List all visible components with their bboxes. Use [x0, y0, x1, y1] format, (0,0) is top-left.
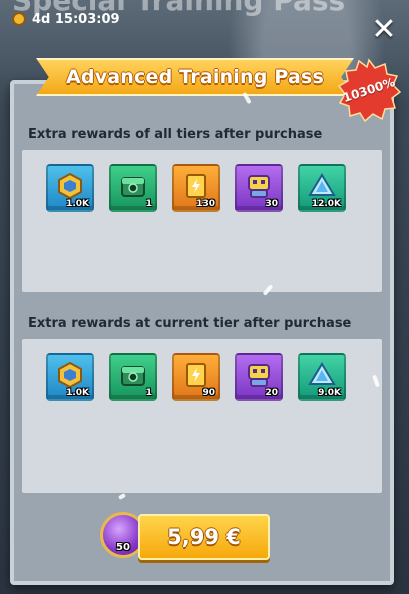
reward-green-chest[interactable]: 1 [109, 353, 157, 401]
green-chest-icon [121, 366, 145, 387]
reward-quantity: 9.0K [318, 388, 341, 398]
clock-icon [12, 12, 26, 26]
section-title: Extra rewards at current tier after purc… [28, 316, 352, 331]
gold-card-icon [186, 363, 206, 388]
hexagon-token-icon [58, 173, 82, 200]
purple-robot-icon [248, 175, 270, 199]
green-chest-icon [121, 177, 145, 198]
rewards-box: 1.0K 1 90 20 9.0K [22, 339, 382, 493]
reward-quantity: 130 [196, 199, 215, 209]
gem-amount: 50 [116, 542, 130, 553]
reward-quantity: 12.0K [311, 199, 341, 209]
current-tier-section: Extra rewards at current tier after purc… [22, 316, 382, 493]
reward-hexagon-token[interactable]: 1.0K [46, 164, 94, 212]
all-tiers-section: Extra rewards of all tiers after purchas… [22, 127, 382, 292]
close-button[interactable]: ✕ [369, 15, 399, 46]
reward-crystal[interactable]: 12.0K [298, 164, 346, 212]
reward-purple-robot[interactable]: 30 [235, 164, 283, 212]
reward-quantity: 1 [145, 199, 152, 209]
price-label: 5,99 € [167, 525, 241, 549]
reward-quantity: 90 [202, 388, 215, 398]
reward-quantity: 1 [145, 388, 152, 398]
reward-green-chest[interactable]: 1 [109, 164, 157, 212]
reward-crystal[interactable]: 9.0K [298, 353, 346, 401]
crystal-icon [308, 173, 336, 197]
reward-quantity: 30 [265, 199, 278, 209]
dialog-title: Advanced Training Pass [65, 66, 324, 88]
bonus-badge: 10300% [337, 58, 401, 122]
hexagon-token-icon [58, 362, 82, 389]
timer-text: 4d 15:03:09 [32, 11, 120, 27]
gold-card-icon [186, 174, 206, 199]
reward-gold-card[interactable]: 90 [172, 353, 220, 401]
dialog-title-ribbon: Advanced Training Pass [36, 58, 354, 96]
rewards-box: 1.0K 1 130 30 12.0K [22, 150, 382, 292]
crystal-icon [308, 362, 336, 386]
reward-quantity: 1.0K [66, 199, 89, 209]
reward-hexagon-token[interactable]: 1.0K [46, 353, 94, 401]
section-title: Extra rewards of all tiers after purchas… [28, 127, 323, 142]
buy-button[interactable]: 5,99 € [138, 514, 270, 560]
reward-gold-card[interactable]: 130 [172, 164, 220, 212]
reward-quantity: 20 [265, 388, 278, 398]
reward-quantity: 1.0K [66, 388, 89, 398]
reward-purple-robot[interactable]: 20 [235, 353, 283, 401]
event-timer: 4d 15:03:09 [12, 9, 120, 29]
purple-robot-icon [248, 364, 270, 388]
